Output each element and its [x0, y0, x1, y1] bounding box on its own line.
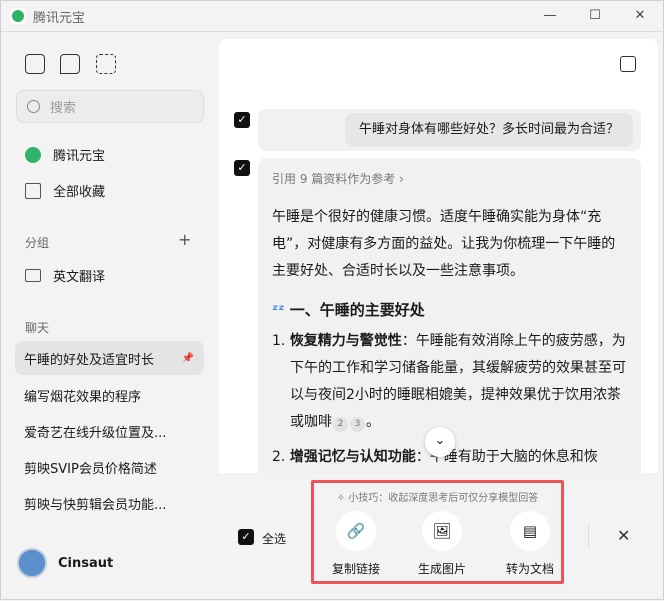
- select-chat-icon[interactable]: [96, 54, 116, 74]
- search-input[interactable]: 搜索: [16, 90, 204, 123]
- item-number: 2.: [272, 449, 286, 465]
- item-title: 增强记忆与认知功能: [289, 449, 416, 465]
- avatar: [17, 548, 47, 578]
- chats-section-title: 聊天: [25, 321, 50, 335]
- select-all-label[interactable]: 全选: [262, 530, 286, 547]
- chat-item[interactable]: 爱奇艺在线升级位置及...: [15, 414, 204, 448]
- references-text: 引用 9 篇资料作为参考: [272, 172, 396, 186]
- share-bar: ✓ 全选 ✧ 小技巧：收起深度思考后可仅分享模型回答 🔗 复制链接 🖼 生成图片 ▤…: [219, 473, 658, 593]
- item-end: 。: [366, 414, 380, 430]
- add-group-icon[interactable]: +: [178, 230, 191, 249]
- generate-image-button[interactable]: 🖼 生成图片: [407, 511, 477, 577]
- user-name: Cinsaut: [58, 555, 114, 571]
- sparkle-icon: ✧: [336, 493, 346, 504]
- chat-item[interactable]: 午睡的好处及适宜时长 📌: [15, 341, 204, 375]
- action-label: 转为文档: [505, 562, 554, 576]
- minimize-button[interactable]: —: [538, 5, 562, 27]
- pin-icon[interactable]: 📌: [182, 353, 194, 364]
- sidebar: 搜索 腾讯元宝 全部收藏 分组 + 英文翻译 聊天 午睡的好处及适宜时长 📌 编写…: [1, 32, 218, 601]
- section-heading: ᶻᶻ 一、午睡的主要好处: [272, 299, 627, 320]
- group-label: 英文翻译: [53, 270, 106, 285]
- nav-yuanbao[interactable]: 腾讯元宝: [25, 145, 105, 164]
- chat-label: 剪映SVIP会员价格简述: [24, 461, 157, 477]
- tip: ✧ 小技巧：收起深度思考后可仅分享模型回答: [314, 489, 561, 504]
- new-window-icon[interactable]: [620, 56, 636, 72]
- close-share-icon[interactable]: ✕: [617, 526, 630, 545]
- answer-intro: 午睡是个很好的健康习惯。适度午睡确实能为身体“充电”，对健康有多方面的益处。让我…: [272, 209, 616, 279]
- search-icon: [27, 100, 40, 113]
- search-placeholder: 搜索: [50, 101, 77, 116]
- chat-item[interactable]: 剪映与快剪辑会员功能...: [15, 486, 204, 520]
- chat-label: 午睡的好处及适宜时长: [24, 352, 155, 368]
- list-item: 1. 恢复精力与警觉性：午睡能有效消除上午的疲劳感，为下午的工作和学习储备能量，…: [272, 328, 627, 436]
- chevron-right-icon: ›: [399, 172, 404, 186]
- nav-label: 腾讯元宝: [53, 149, 106, 164]
- user-profile[interactable]: Cinsaut: [17, 548, 113, 578]
- divider: [588, 523, 589, 549]
- app-title: 腾讯元宝: [33, 10, 86, 26]
- item-number: 1.: [272, 333, 286, 349]
- action-label: 生成图片: [417, 562, 466, 576]
- question-row: 午睡对身体有哪些好处？多长时间最为合适？: [258, 109, 641, 151]
- nav-favorites[interactable]: 全部收藏: [25, 181, 105, 200]
- nav-label: 全部收藏: [53, 185, 106, 200]
- answer-bubble: 引用 9 篇资料作为参考 › 午睡是个很好的健康习惯。适度午睡确实能为身体“充电…: [258, 158, 641, 473]
- close-window-button[interactable]: ✕: [628, 5, 652, 27]
- scroll-down-button[interactable]: ⌄: [425, 427, 455, 457]
- convert-document-button[interactable]: ▤ 转为文档: [495, 511, 565, 577]
- app-logo-icon: [10, 8, 26, 24]
- title-bar: 腾讯元宝 — ☐ ✕: [1, 1, 664, 32]
- group-section-title: 分组: [25, 236, 50, 250]
- group-item[interactable]: 英文翻译: [25, 266, 105, 285]
- maximize-button[interactable]: ☐: [583, 5, 607, 27]
- question-checkbox[interactable]: ✓: [234, 112, 250, 128]
- yuanbao-icon: [25, 146, 41, 163]
- chat-label: 剪映与快剪辑会员功能...: [24, 497, 167, 513]
- toggle-sidebar-icon[interactable]: [25, 54, 45, 74]
- citation-badge[interactable]: 3: [350, 417, 365, 432]
- document-icon: ▤: [510, 511, 550, 551]
- citation-badge[interactable]: 2: [333, 417, 348, 432]
- item-title: 恢复精力与警觉性: [289, 333, 402, 349]
- references-link[interactable]: 引用 9 篇资料作为参考 ›: [272, 170, 627, 187]
- tip-text: 小技巧：收起深度思考后可仅分享模型回答: [348, 493, 539, 504]
- action-label: 复制链接: [331, 562, 380, 576]
- copy-link-button[interactable]: 🔗 复制链接: [321, 511, 391, 577]
- share-actions-highlight: ✧ 小技巧：收起深度思考后可仅分享模型回答 🔗 复制链接 🖼 生成图片 ▤ 转为文档: [311, 480, 564, 584]
- chat-panel: ✓ 午睡对身体有哪些好处？多长时间最为合适？ ✓ 引用 9 篇资料作为参考 › …: [219, 39, 658, 473]
- chat-item[interactable]: 剪映SVIP会员价格简述: [15, 450, 204, 484]
- select-all-checkbox[interactable]: ✓: [238, 529, 254, 545]
- chat-label: 编写烟花效果的程序: [24, 389, 142, 405]
- link-icon: 🔗: [336, 511, 376, 551]
- folder-icon: [25, 269, 41, 282]
- chat-label: 爱奇艺在线升级位置及...: [24, 425, 167, 441]
- new-chat-icon[interactable]: [60, 54, 80, 74]
- chat-item[interactable]: 编写烟花效果的程序: [15, 378, 204, 412]
- answer-checkbox[interactable]: ✓: [234, 160, 250, 176]
- heading-text: 一、午睡的主要好处: [289, 301, 425, 319]
- image-icon: 🖼: [422, 511, 462, 551]
- user-question: 午睡对身体有哪些好处？多长时间最为合适？: [344, 113, 633, 147]
- bookmark-icon: [25, 182, 41, 199]
- sleep-icon: ᶻᶻ: [272, 301, 285, 319]
